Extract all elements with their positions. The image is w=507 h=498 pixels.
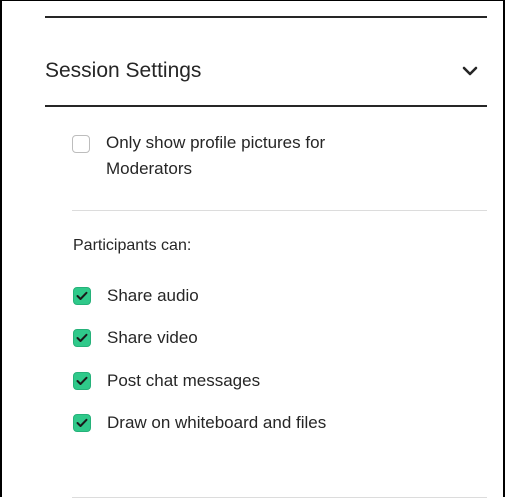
checkbox-checked-icon[interactable] (73, 371, 91, 390)
section-divider (72, 210, 487, 211)
checkbox-checked-icon[interactable] (73, 329, 91, 348)
profile-pictures-checkbox[interactable] (72, 135, 90, 153)
top-divider (45, 16, 487, 18)
permissions-list: Share audio Share video Post chat messag… (73, 278, 493, 448)
permission-label: Draw on whiteboard and files (107, 413, 327, 433)
header-divider (45, 105, 487, 107)
section-title: Session Settings (45, 59, 202, 82)
session-settings-header[interactable]: Session Settings (45, 39, 487, 103)
participants-heading: Participants can: (73, 237, 192, 254)
permission-label: Share audio (107, 285, 199, 305)
settings-panel: Session Settings Only show profile pictu… (0, 0, 505, 498)
permission-label: Post chat messages (107, 370, 261, 390)
profile-pictures-label-line1: Only show profile pictures for (106, 133, 326, 152)
profile-pictures-label-line2: Moderators (106, 159, 192, 178)
checkbox-checked-icon[interactable] (73, 414, 91, 433)
profile-pictures-label: Only show profile pictures for Moderator… (106, 130, 325, 182)
checkbox-checked-icon[interactable] (73, 286, 91, 305)
permission-label: Share video (107, 328, 198, 348)
permission-draw-whiteboard[interactable]: Draw on whiteboard and files (73, 399, 493, 449)
chevron-down-icon[interactable] (459, 60, 481, 82)
profile-pictures-option[interactable]: Only show profile pictures for Moderator… (72, 133, 472, 182)
